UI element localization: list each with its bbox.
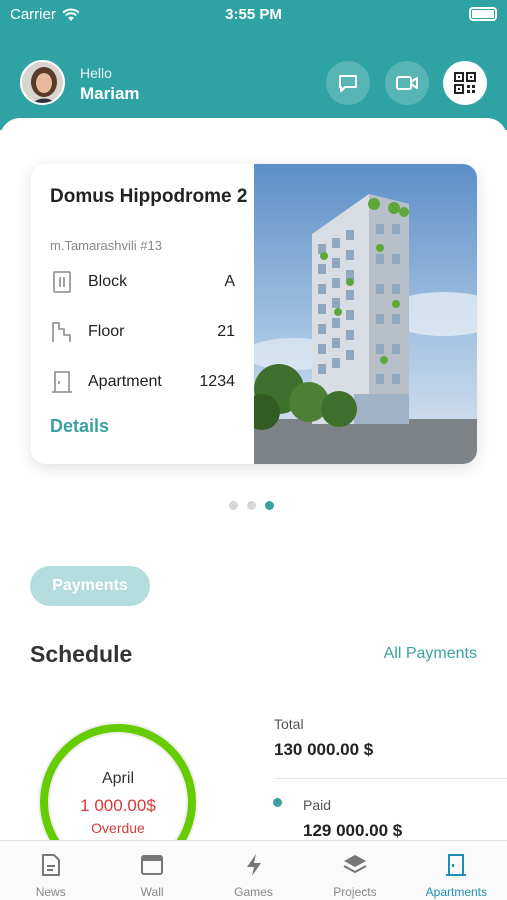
qr-code-button[interactable] — [443, 61, 487, 105]
tab-games-label: Games — [234, 885, 273, 899]
tab-news-label: News — [35, 885, 66, 899]
carousel-dot[interactable] — [229, 501, 238, 510]
video-call-button[interactable] — [385, 61, 429, 105]
block-value: A — [224, 273, 235, 290]
news-icon — [37, 851, 65, 879]
total-value: 130 000.00 $ — [274, 740, 374, 759]
layers-icon — [341, 851, 369, 879]
lightning-icon — [240, 851, 268, 879]
tab-projects[interactable]: Projects — [304, 841, 405, 900]
greeting-text: Hello — [80, 65, 112, 81]
floor-label: Floor — [88, 323, 125, 340]
wall-icon — [138, 851, 166, 879]
profile-photo — [22, 62, 63, 103]
stairs-icon — [50, 319, 74, 345]
video-camera-icon — [396, 76, 418, 90]
chat-button[interactable] — [326, 61, 370, 105]
property-title: Domus Hippodrome 2 — [50, 186, 248, 207]
block-icon — [50, 269, 74, 295]
status-bar: Carrier 3:55 PM — [0, 0, 507, 30]
schedule-title: Schedule — [30, 641, 133, 667]
tab-projects-label: Projects — [333, 885, 377, 899]
block-row: Block A — [50, 267, 235, 297]
payments-pill[interactable]: Payments — [30, 566, 150, 606]
tab-wall-label: Wall — [140, 885, 164, 899]
carousel-dot-active[interactable] — [265, 501, 274, 510]
user-name: Mariam — [80, 84, 140, 103]
tab-games[interactable]: Games — [203, 841, 304, 900]
battery-icon — [469, 7, 497, 21]
floor-row: Floor 21 — [50, 317, 235, 347]
divider — [274, 778, 507, 779]
paid-label: Paid — [303, 797, 332, 813]
app-header: Carrier 3:55 PM Hello Mariam — [0, 0, 507, 130]
tab-apartments-label: Apartments — [425, 885, 487, 899]
details-link[interactable]: Details — [50, 416, 109, 437]
all-payments-link[interactable]: All Payments — [384, 645, 477, 663]
clock: 3:55 PM — [225, 6, 282, 23]
carousel-dot[interactable] — [247, 501, 256, 510]
property-card[interactable]: Domus Hippodrome 2 m.Tamarashvili #13 Bl… — [31, 164, 477, 464]
block-label: Block — [88, 273, 128, 290]
qr-code-icon — [454, 72, 476, 94]
door-icon — [442, 851, 470, 879]
apartment-label: Apartment — [88, 373, 162, 390]
tab-news[interactable]: News — [0, 841, 101, 900]
floor-value: 21 — [217, 323, 235, 340]
overdue-status: Overdue — [91, 820, 145, 836]
chat-icon — [339, 75, 357, 92]
tab-wall[interactable]: Wall — [101, 841, 202, 900]
carousel-indicator[interactable] — [229, 501, 274, 510]
due-amount: 1 000.00$ — [80, 796, 156, 815]
tab-apartments[interactable]: Apartments — [406, 841, 507, 900]
building-image — [254, 164, 477, 464]
paid-value: 129 000.00 $ — [303, 821, 403, 840]
schedule-month: April — [101, 770, 134, 787]
total-label: Total — [274, 716, 304, 732]
paid-legend-dot — [273, 798, 282, 807]
avatar[interactable] — [20, 60, 65, 105]
apartment-value: 1234 — [199, 373, 235, 390]
property-address: m.Tamarashvili #13 — [50, 238, 162, 253]
tab-bar: News Wall Games Projects Apartments — [0, 840, 507, 900]
door-icon — [50, 369, 74, 395]
apartment-row: Apartment 1234 — [50, 367, 235, 397]
